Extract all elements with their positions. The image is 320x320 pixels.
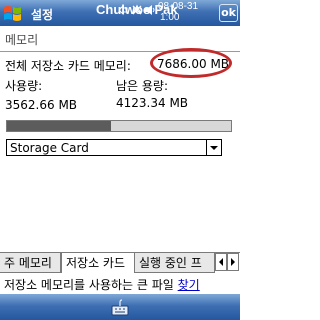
app-title: 설정	[31, 8, 54, 22]
used-memory-label: 사용량:	[5, 79, 43, 93]
storage-card-dropdown[interactable]: Storage Card	[6, 139, 222, 156]
total-memory-label: 전체 저장소 카드 메모리:	[5, 59, 131, 73]
chevron-down-icon	[210, 146, 218, 150]
triangle-right-icon	[231, 258, 235, 266]
page-title: 메모리	[5, 33, 39, 47]
status-time: 1:00	[160, 12, 180, 23]
highlight-circle	[150, 48, 232, 78]
dropdown-arrow-button[interactable]	[206, 139, 222, 156]
usage-progress-bar	[6, 120, 232, 132]
tab-scroll-right-button[interactable]	[227, 253, 239, 271]
tab-scroll-left-button[interactable]	[215, 253, 227, 271]
free-memory-value: 4123.34 MB	[116, 96, 189, 110]
dropdown-selected-value: Storage Card	[10, 141, 89, 155]
keyboard-icon[interactable]	[109, 299, 131, 317]
find-link[interactable]: 찾기	[178, 278, 200, 292]
tab-storage-card[interactable]: 저장소 카드	[61, 253, 135, 273]
tab-main-memory[interactable]: 주 메모리	[0, 253, 61, 273]
used-memory-value: 3562.66 MB	[5, 98, 78, 112]
free-memory-label: 남은 용량:	[116, 79, 169, 93]
windows-flag-icon[interactable]	[2, 3, 24, 23]
tab-running-programs[interactable]: 실행 중인 프	[135, 253, 215, 273]
signal-off-icon[interactable]	[131, 4, 143, 16]
footer-text: 저장소 메모리를 사용하는 큰 파일 찾기	[4, 276, 200, 293]
title-bar: 설정 Chulwoo Pak 08-08-31 1:00 ok	[0, 0, 240, 26]
speaker-icon[interactable]	[144, 4, 156, 16]
triangle-left-icon	[219, 258, 223, 266]
status-date: 08-08-31	[158, 1, 199, 12]
ok-button[interactable]: ok	[219, 4, 238, 22]
usage-progress-fill	[7, 121, 111, 131]
footer-description: 저장소 메모리를 사용하는 큰 파일	[4, 278, 178, 292]
connectivity-icon[interactable]	[117, 4, 129, 16]
